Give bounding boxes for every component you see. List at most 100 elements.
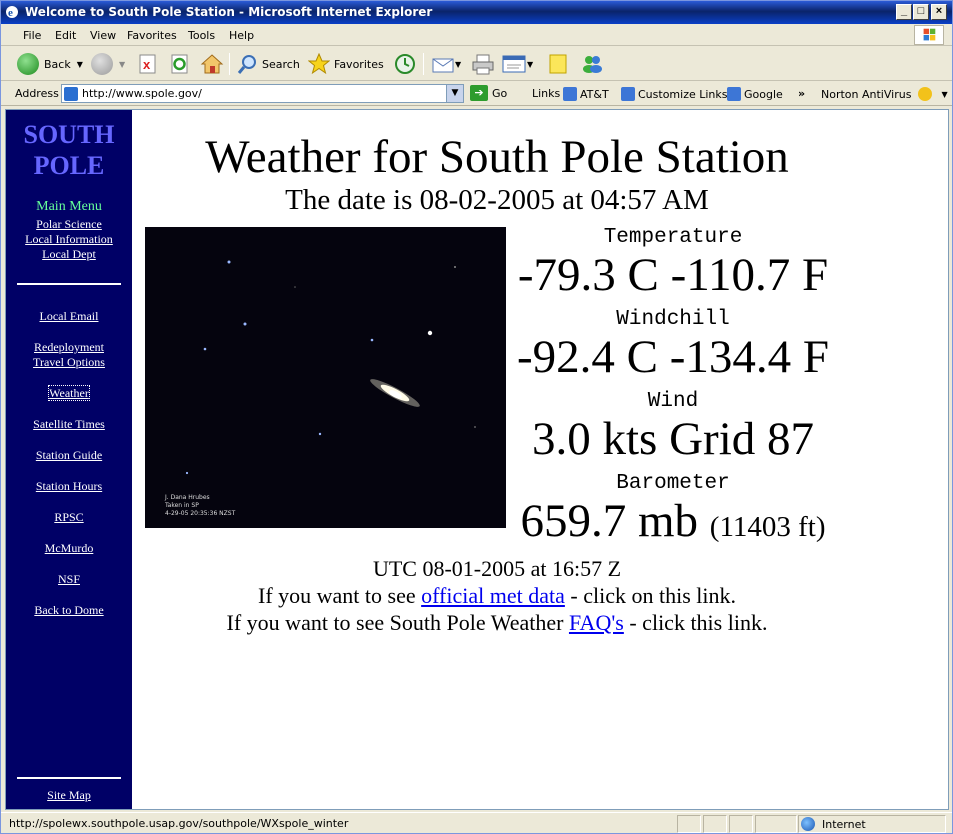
windchill-value: -92.4 C -134.4 F bbox=[516, 331, 830, 383]
sidebar-item-redeployment[interactable]: Redeployment bbox=[6, 340, 132, 355]
home-icon bbox=[200, 54, 224, 74]
address-bar: Address http://www.spole.gov/ ▼ ➔ Go Lin… bbox=[1, 82, 952, 106]
favorites-star-icon bbox=[308, 53, 330, 75]
status-pane bbox=[729, 815, 753, 833]
official-met-data-link[interactable]: official met data bbox=[421, 583, 565, 608]
date-line: The date is 08-02-2005 at 04:57 AM bbox=[285, 184, 709, 216]
standard-toolbar: Back ▼ ▼ x Search Favorites ▼ ▼ bbox=[1, 47, 952, 81]
links-label[interactable]: Links bbox=[532, 87, 560, 100]
wind-label: Wind bbox=[647, 390, 699, 413]
sidebar-item-mcmurdo[interactable]: McMurdo bbox=[6, 541, 132, 556]
edit-dropdown-icon[interactable]: ▼ bbox=[527, 60, 533, 69]
sidebar-item-station-hours[interactable]: Station Hours bbox=[6, 479, 132, 494]
forward-button[interactable]: ▼ bbox=[91, 52, 125, 76]
sidebar-item-station-guide[interactable]: Station Guide bbox=[6, 448, 132, 463]
zone-label: Internet bbox=[822, 817, 866, 831]
edit-button[interactable]: ▼ bbox=[501, 52, 533, 76]
norton-label: Norton AntiVirus bbox=[821, 87, 912, 101]
address-label: Address bbox=[15, 87, 59, 100]
links-chevron-icon[interactable]: » bbox=[798, 87, 805, 100]
minimize-button[interactable]: _ bbox=[896, 4, 912, 20]
mail-button[interactable]: ▼ bbox=[431, 52, 461, 76]
sidebar-item-site-map[interactable]: Site Map bbox=[6, 788, 132, 803]
wind-value: 3.0 kts Grid 87 bbox=[532, 413, 814, 465]
back-button[interactable]: Back ▼ bbox=[17, 52, 83, 76]
back-dropdown-icon[interactable]: ▼ bbox=[77, 60, 83, 69]
history-button[interactable] bbox=[393, 52, 417, 76]
toolbar-separator bbox=[423, 53, 424, 75]
forward-dropdown-icon[interactable]: ▼ bbox=[119, 60, 125, 69]
address-dropdown-icon[interactable]: ▼ bbox=[446, 85, 463, 102]
sidebar-divider bbox=[17, 777, 121, 779]
norton-antivirus[interactable]: Norton AntiVirus ▼ bbox=[821, 87, 948, 101]
sidebar-item-nsf[interactable]: NSF bbox=[6, 572, 132, 587]
sidebar-item-satellite-times[interactable]: Satellite Times bbox=[6, 417, 132, 432]
refresh-icon bbox=[171, 54, 188, 74]
sidebar-item-weather-label: Weather bbox=[48, 385, 90, 401]
faq-link[interactable]: FAQ's bbox=[569, 610, 624, 635]
sidebar-item-travel-options[interactable]: Travel Options bbox=[6, 355, 132, 370]
toolbar-separator bbox=[229, 53, 230, 75]
norton-dropdown-icon[interactable]: ▼ bbox=[941, 90, 947, 99]
sidebar-item-back-to-dome[interactable]: Back to Dome bbox=[6, 603, 132, 618]
menu-file[interactable]: File bbox=[23, 29, 41, 42]
page-viewport: SOUTH POLE Main Menu Polar Science Local… bbox=[5, 109, 949, 810]
sidebar-item-polar-science[interactable]: Polar Science bbox=[6, 217, 132, 232]
menu-view[interactable]: View bbox=[90, 29, 116, 42]
mail-dropdown-icon[interactable]: ▼ bbox=[455, 60, 461, 69]
temperature-label: Temperature bbox=[603, 226, 743, 249]
barometer-altitude: (11403 ft) bbox=[709, 511, 826, 543]
met-data-post: - click on this link. bbox=[564, 583, 736, 608]
status-bar: http://spolewx.southpole.usap.gov/southp… bbox=[1, 812, 952, 834]
link-google[interactable]: Google bbox=[727, 87, 783, 101]
refresh-button[interactable] bbox=[169, 52, 191, 76]
history-icon bbox=[395, 54, 415, 74]
menu-bar: File Edit View Favorites Tools Help bbox=[1, 24, 952, 46]
link-customize-links[interactable]: Customize Links bbox=[621, 87, 728, 101]
home-button[interactable] bbox=[200, 52, 224, 76]
sidebar-item-local-information[interactable]: Local Information bbox=[6, 232, 132, 247]
temperature-value: -79.3 C -110.7 F bbox=[517, 249, 829, 301]
forward-arrow-icon bbox=[91, 53, 113, 75]
globe-icon bbox=[801, 817, 815, 831]
discuss-button[interactable] bbox=[547, 52, 569, 76]
browser-window: e Welcome to South Pole Station - Micros… bbox=[0, 0, 953, 834]
photo-credit-line: J. Dana Hrubes bbox=[165, 494, 210, 501]
photo-credit-line: Taken in SP bbox=[165, 502, 199, 509]
menu-tools[interactable]: Tools bbox=[188, 29, 215, 42]
sidebar-item-local-email[interactable]: Local Email bbox=[6, 309, 132, 324]
messenger-icon bbox=[583, 56, 602, 73]
search-button[interactable]: Search bbox=[236, 52, 300, 76]
go-button[interactable]: ➔ Go bbox=[470, 85, 507, 101]
svg-text:x: x bbox=[143, 57, 151, 72]
main-content: Weather for South Pole Station The date … bbox=[132, 110, 948, 809]
search-icon bbox=[237, 55, 256, 74]
menu-favorites[interactable]: Favorites bbox=[127, 29, 177, 42]
sidebar-item-rpsc[interactable]: RPSC bbox=[6, 510, 132, 525]
link-att[interactable]: AT&T bbox=[563, 87, 609, 101]
title-bar[interactable]: e Welcome to South Pole Station - Micros… bbox=[1, 1, 952, 24]
maximize-button[interactable]: □ bbox=[913, 4, 929, 20]
close-button[interactable]: × bbox=[931, 4, 947, 20]
night-sky-photo: J. Dana Hrubes Taken in SP 4-29-05 20:35… bbox=[145, 227, 506, 528]
utc-line: UTC 08-01-2005 at 16:57 Z bbox=[372, 556, 622, 581]
menu-edit[interactable]: Edit bbox=[55, 29, 76, 42]
barometer-mb: 659.7 mb bbox=[520, 495, 699, 547]
sidebar-title-pole: POLE bbox=[33, 151, 105, 180]
sidebar-item-weather[interactable]: Weather bbox=[6, 385, 132, 401]
favorites-button[interactable]: Favorites bbox=[308, 52, 384, 76]
page-icon bbox=[727, 87, 741, 101]
address-url[interactable]: http://www.spole.gov/ bbox=[82, 87, 202, 100]
messenger-button[interactable] bbox=[580, 52, 604, 76]
print-button[interactable] bbox=[471, 52, 495, 76]
photo-credit-line: 4-29-05 20:35:36 NZST bbox=[165, 510, 236, 517]
faq-post: - click this link. bbox=[623, 610, 768, 635]
ie-icon: e bbox=[6, 6, 18, 19]
page-icon bbox=[621, 87, 635, 101]
menu-help[interactable]: Help bbox=[229, 29, 254, 42]
address-input[interactable]: http://www.spole.gov/ ▼ bbox=[61, 84, 464, 103]
security-zone: Internet bbox=[801, 817, 866, 831]
stop-button[interactable]: x bbox=[137, 52, 159, 76]
sidebar-item-local-dept[interactable]: Local Dept bbox=[6, 247, 132, 262]
go-arrow-icon: ➔ bbox=[470, 85, 488, 101]
